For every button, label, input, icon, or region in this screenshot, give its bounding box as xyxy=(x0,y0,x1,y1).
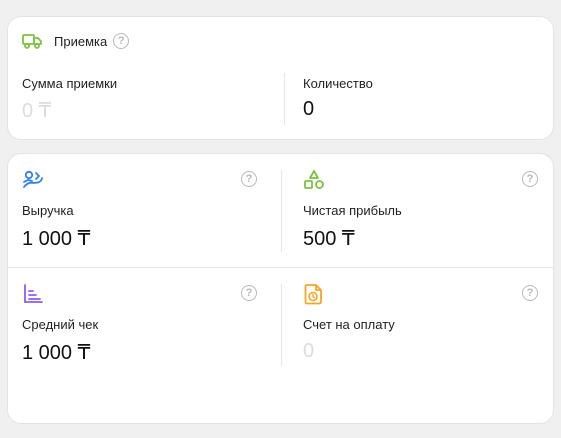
receipt-sum-label: Сумма приемки xyxy=(22,76,118,91)
bar-chart-icon xyxy=(24,284,43,303)
help-icon[interactable]: ? xyxy=(522,285,538,301)
profit-value: 500 ₸ xyxy=(303,228,355,250)
revenue-value: 1 000 ₸ xyxy=(22,228,91,250)
shapes-icon xyxy=(304,170,324,189)
invoice-value: 0 xyxy=(303,340,315,362)
metrics-divider-middle xyxy=(8,267,553,268)
help-icon[interactable]: ? xyxy=(522,171,538,187)
invoice-clock-icon xyxy=(304,284,322,305)
metrics-divider-top xyxy=(281,170,282,252)
receipt-header: Приемка ? xyxy=(22,33,130,49)
help-icon[interactable]: ? xyxy=(241,171,257,187)
truck-icon xyxy=(22,34,42,49)
receipt-title: Приемка xyxy=(54,33,108,49)
avg-check-label: Средний чек xyxy=(22,317,99,332)
receipt-sum-value: 0 ₸ xyxy=(22,100,52,122)
invoice-label: Счет на оплату xyxy=(303,317,395,332)
receipt-divider xyxy=(284,73,285,125)
help-icon[interactable]: ? xyxy=(241,285,257,301)
revenue-label: Выручка xyxy=(22,203,74,218)
metrics-card: ? Выручка 1 000 ₸ ? Чистая прибыль 500 ₸… xyxy=(7,153,554,424)
profit-label: Чистая прибыль xyxy=(303,203,402,218)
receipt-card: Приемка ? Сумма приемки 0 ₸ Количество 0 xyxy=(7,16,554,140)
receipt-count-label: Количество xyxy=(303,76,373,91)
receipt-count-value: 0 xyxy=(303,98,315,120)
help-icon[interactable]: ? xyxy=(113,33,130,49)
metrics-divider-bottom xyxy=(281,284,282,366)
hand-coins-icon xyxy=(23,170,43,188)
avg-check-value: 1 000 ₸ xyxy=(22,342,91,364)
